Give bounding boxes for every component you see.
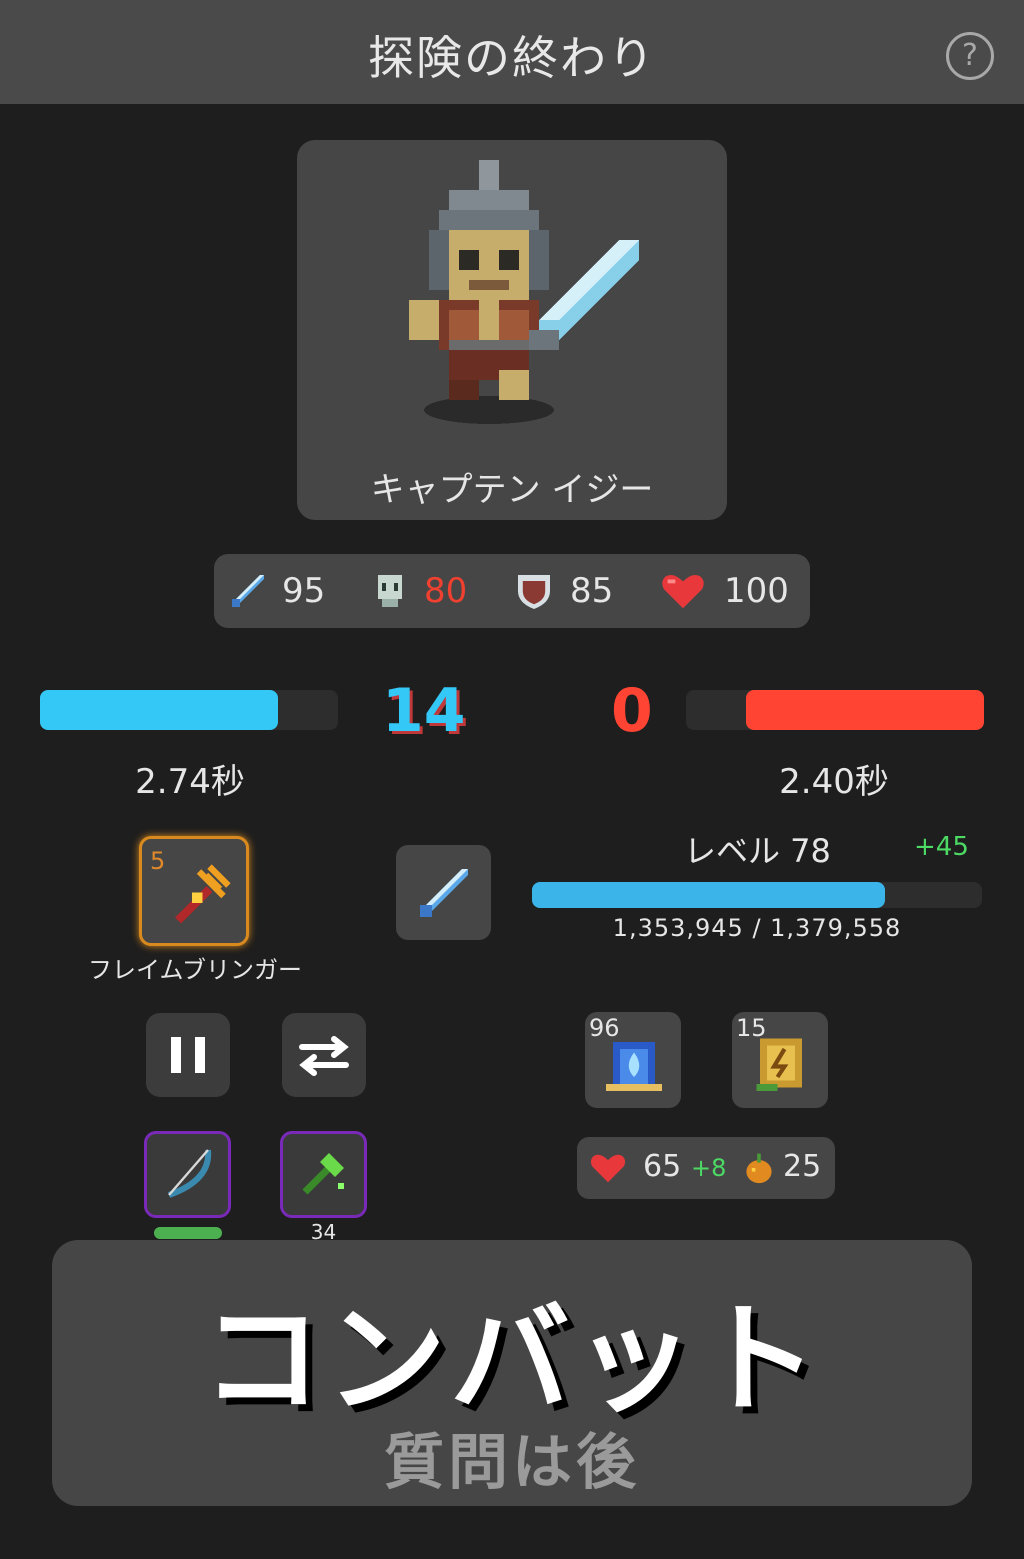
help-icon[interactable]: ?	[946, 32, 994, 80]
resources-panel: 65 +8 25	[577, 1137, 835, 1199]
hp-bonus: +8	[691, 1154, 727, 1182]
wand-slot[interactable]	[280, 1131, 367, 1218]
wand-icon	[302, 1153, 344, 1195]
sword-icon	[232, 575, 264, 607]
player-timer-fill	[40, 690, 279, 730]
enemy-timer: 2.40秒	[779, 762, 889, 802]
enemy-timer-bar	[686, 690, 984, 730]
bow-durability-fill	[154, 1227, 222, 1239]
potion-bag-icon	[606, 1042, 662, 1091]
player-timer: 2.74秒	[135, 762, 245, 802]
character-name: キャプテン イジー	[370, 470, 654, 510]
enemy-score: 0	[611, 676, 653, 746]
player-timer-bar	[40, 690, 338, 730]
skull-value: 80	[424, 571, 468, 611]
sword-icon	[420, 869, 468, 917]
pause-icon	[171, 1037, 205, 1073]
attack-value: 95	[282, 571, 326, 611]
bow-durability-bar	[154, 1227, 222, 1239]
level-label: レベル 78	[684, 832, 831, 870]
bow-icon	[167, 1149, 212, 1198]
food-value: 25	[783, 1149, 822, 1184]
weapon-count: 5	[150, 847, 166, 875]
shield-icon	[518, 575, 550, 609]
xp-bar	[532, 882, 982, 908]
defense-value: 85	[570, 571, 614, 611]
character-sprite	[409, 160, 639, 424]
swap-icon	[299, 1036, 349, 1076]
xp-fill	[532, 882, 886, 908]
hp-value: 65	[643, 1149, 682, 1184]
enemy-timer-fill	[745, 690, 984, 730]
food-icon	[746, 1153, 772, 1184]
page-title: 探険の終わり	[368, 31, 656, 85]
potion-slot[interactable]: 96	[585, 1012, 681, 1108]
scroll-icon	[756, 1038, 802, 1091]
combat-button-subtitle: 質問は後	[384, 1428, 640, 1498]
weapon-slot[interactable]: 5	[139, 836, 249, 946]
scroll-slot[interactable]: 15	[732, 1012, 828, 1108]
swap-button[interactable]	[282, 1013, 366, 1097]
xp-text: 1,353,945 / 1,379,558	[612, 914, 902, 942]
level-bonus: +45	[914, 832, 969, 862]
stats-panel: 95 80 85 100	[214, 554, 810, 628]
trident-icon	[175, 864, 231, 924]
pause-button[interactable]	[146, 1013, 230, 1097]
combat-button-label: コンバット	[202, 1291, 822, 1430]
bow-slot[interactable]	[144, 1131, 231, 1218]
player-score: 14	[382, 676, 466, 746]
health-value: 100	[724, 571, 789, 611]
weapon-name: フレイムブリンガー	[87, 956, 303, 984]
attack-mode-button[interactable]	[396, 845, 491, 940]
skull-icon	[378, 575, 402, 607]
heart-icon	[590, 1154, 626, 1183]
heart-icon	[662, 574, 704, 609]
